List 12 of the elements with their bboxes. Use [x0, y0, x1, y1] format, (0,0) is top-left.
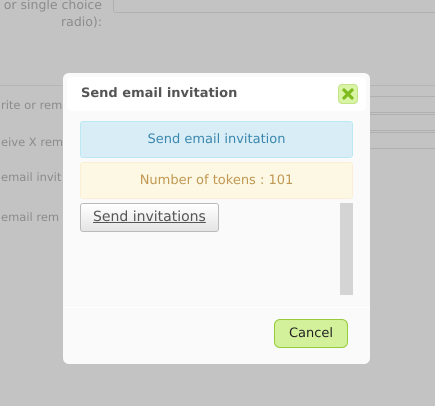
- alert-message: Send email invitation: [80, 121, 353, 158]
- alert-message: Number of tokens : 101: [80, 162, 353, 199]
- scrollbar[interactable]: [340, 203, 353, 295]
- cancel-button[interactable]: Cancel: [274, 319, 348, 348]
- dialog-title: Send email invitation: [81, 85, 238, 104]
- close-icon: [342, 88, 354, 100]
- form-label: rite or rem: [1, 97, 62, 114]
- send-invitations-button[interactable]: Send invitations: [80, 203, 219, 232]
- form-label: email invit: [1, 169, 62, 186]
- close-button[interactable]: [338, 84, 358, 104]
- form-label: eive X rem: [1, 134, 64, 151]
- form-label: email rem: [1, 209, 60, 226]
